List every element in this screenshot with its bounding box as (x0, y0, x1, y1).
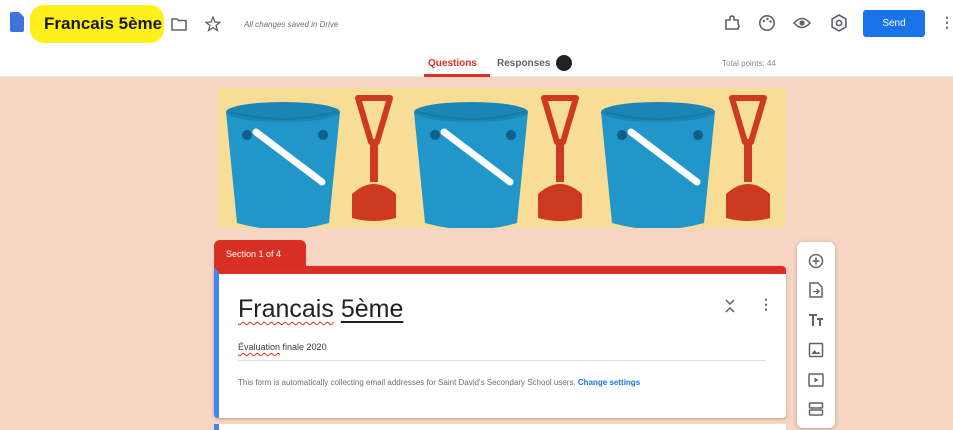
add-section-icon[interactable] (806, 399, 826, 419)
doc-icon[interactable] (10, 12, 24, 32)
card-divider (238, 360, 766, 361)
more-icon[interactable]: ⋮ (940, 14, 953, 31)
send-button[interactable]: Send (863, 10, 925, 37)
next-card (214, 424, 786, 430)
responses-badge (556, 55, 572, 71)
form-header-card[interactable]: Francais 5ème ⋮ Évaluation finale 2020 T… (214, 266, 786, 418)
card-title[interactable]: Francais 5ème (238, 295, 403, 324)
email-collection-notice: This form is automatically collecting em… (238, 376, 758, 389)
add-video-icon[interactable] (806, 370, 826, 390)
email-notice-text: This form is automatically collecting em… (238, 378, 576, 387)
collapse-icon[interactable] (724, 298, 736, 314)
add-question-icon[interactable] (806, 251, 826, 271)
change-settings-link[interactable]: Change settings (578, 378, 640, 387)
form-title[interactable]: Francais 5ème (44, 14, 162, 34)
eye-icon[interactable] (791, 12, 813, 34)
add-image-icon[interactable] (806, 340, 826, 360)
addon-icon[interactable] (721, 12, 743, 34)
import-questions-icon[interactable] (806, 280, 826, 300)
star-icon[interactable] (204, 15, 222, 33)
tabs-row: Questions Responses Total points: 44 (0, 52, 953, 77)
header: Francais 5ème All changes saved in Drive… (0, 0, 953, 52)
save-status: All changes saved in Drive (244, 20, 339, 29)
total-points: Total points: 44 (722, 59, 776, 68)
form-description[interactable]: Évaluation finale 2020 (238, 342, 327, 352)
card-more-icon[interactable]: ⋮ (759, 296, 773, 313)
tab-responses[interactable]: Responses (497, 58, 550, 69)
add-title-icon[interactable] (806, 310, 826, 330)
form-description-rest: finale 2020 (280, 342, 327, 352)
question-toolbar (797, 242, 835, 428)
tab-questions-underline (424, 74, 490, 77)
tab-questions[interactable]: Questions (428, 58, 477, 69)
card-title-word2: 5ème (340, 295, 404, 323)
form-description-first-word: Évaluation (238, 342, 281, 352)
folder-icon[interactable] (170, 15, 188, 33)
palette-icon[interactable] (756, 12, 778, 34)
header-banner-image[interactable] (218, 88, 786, 228)
settings-icon[interactable] (828, 12, 850, 34)
card-title-word1: Francais (238, 295, 334, 323)
